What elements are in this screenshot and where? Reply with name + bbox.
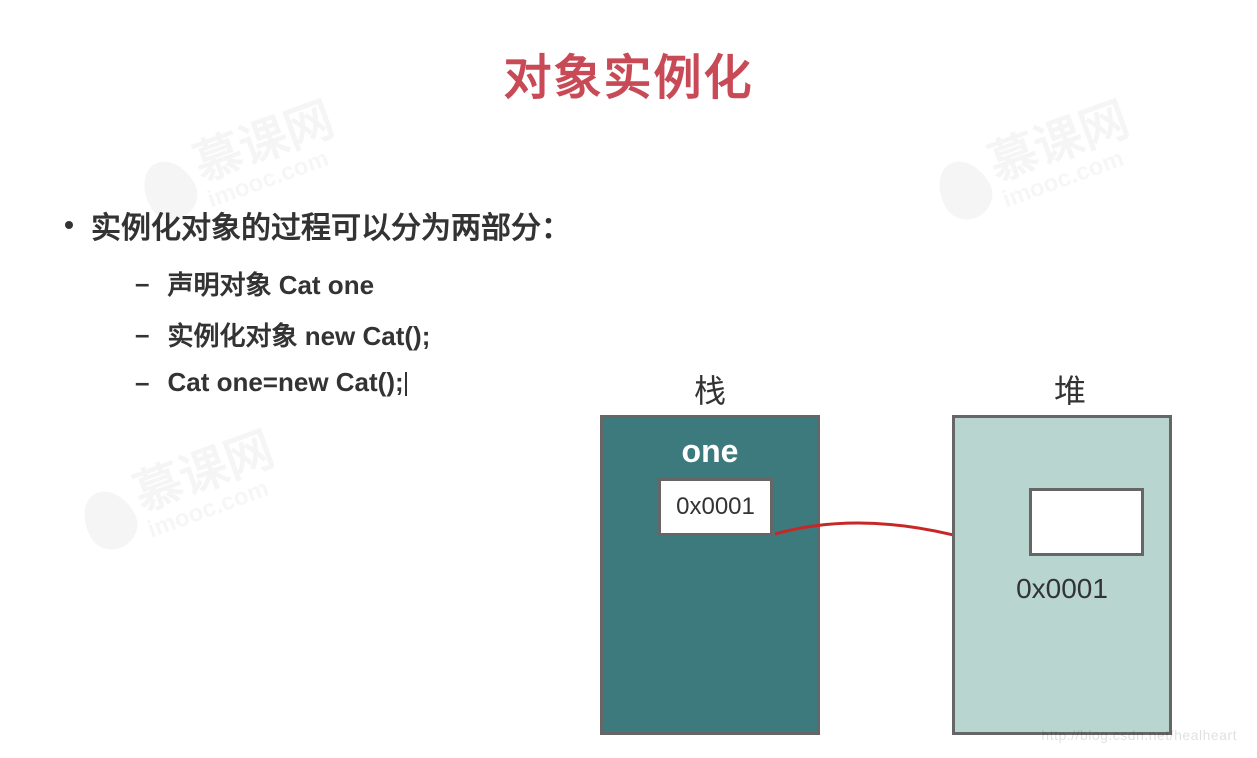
dash-icon: – [135, 268, 149, 299]
dash-icon: – [135, 367, 149, 398]
watermark-cn: 慕课网 [983, 96, 1135, 190]
bullet-main: 实例化对象的过程可以分为两部分： [65, 203, 1212, 247]
watermark-en: imooc.com [145, 471, 289, 543]
watermark-cn: 慕课网 [128, 426, 280, 520]
heap-label: 堆 [1030, 366, 1110, 412]
stack-variable-name: one [603, 433, 817, 470]
watermark: 慕课网 imooc.com [74, 426, 288, 563]
sub-item-text: 实例化对象 new Cat(); [167, 316, 430, 353]
watermark-cn: 慕课网 [188, 96, 340, 190]
watermark-en: imooc.com [1000, 141, 1144, 213]
page-title: 对象实例化 [0, 38, 1257, 108]
heap-memory-block: 0x0001 [952, 415, 1172, 735]
stack-value-box: 0x0001 [658, 478, 773, 536]
watermark-en: imooc.com [205, 141, 349, 213]
stack-label: 栈 [670, 366, 750, 412]
bullet-dot-icon [65, 221, 73, 229]
flame-icon [73, 482, 146, 559]
footer-url: http://blog.csdn.net/healheart [1041, 727, 1237, 743]
heap-object-box [1029, 488, 1144, 556]
stack-memory-block: one 0x0001 [600, 415, 820, 735]
sub-item: – 实例化对象 new Cat(); [135, 316, 1212, 353]
memory-diagram: 栈 堆 one 0x0001 0x0001 [600, 363, 1240, 743]
sub-item-text: Cat one=new Cat(); [167, 367, 406, 398]
sub-item-text: 声明对象 Cat one [167, 265, 374, 302]
dash-icon: – [135, 319, 149, 350]
bullet-main-text: 实例化对象的过程可以分为两部分： [91, 203, 571, 247]
sub-item: – 声明对象 Cat one [135, 265, 1212, 302]
stack-value-text: 0x0001 [676, 493, 755, 521]
heap-address-label: 0x0001 [955, 573, 1169, 605]
